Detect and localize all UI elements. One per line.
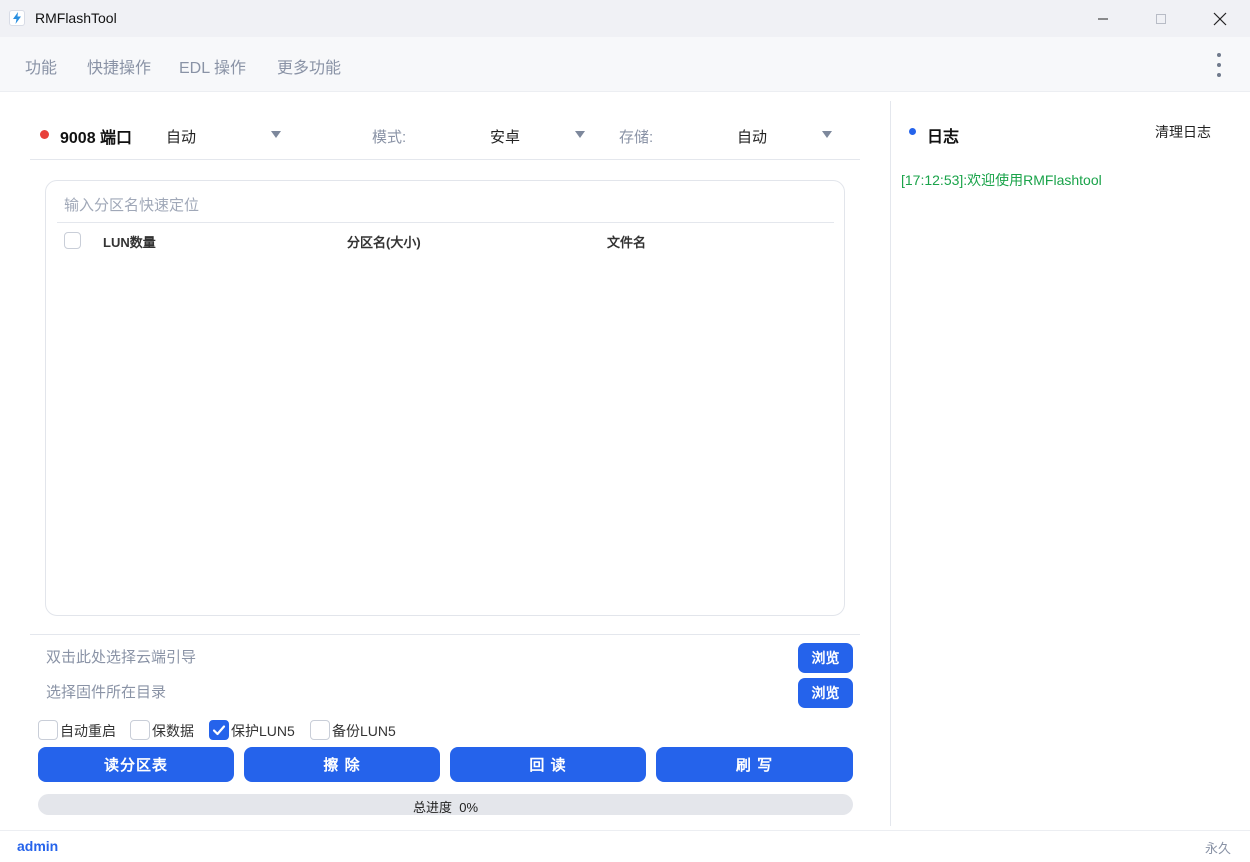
column-header-lun-count[interactable]: LUN数量	[103, 232, 156, 251]
port-select-value: 自动	[166, 129, 197, 146]
port-label: 9008 端口	[60, 130, 133, 147]
divider	[30, 159, 860, 160]
menu-item-quick-actions[interactable]: 快捷操作	[87, 54, 151, 78]
column-header-partition-name[interactable]: 分区名(大小)	[347, 232, 421, 251]
divider	[57, 222, 834, 223]
mode-select-value: 安卓	[490, 129, 521, 146]
chevron-down-icon	[822, 131, 832, 138]
auto-reboot-label: 自动重启	[60, 723, 116, 739]
current-user[interactable]: admin	[17, 838, 58, 854]
minimize-button[interactable]	[1074, 0, 1132, 37]
readback-button[interactable]: 回 读	[450, 747, 646, 782]
clear-log-button[interactable]: 清理日志	[1155, 122, 1211, 142]
mode-label: 模式:	[372, 129, 407, 146]
menu-bar: 功能 快捷操作 EDL 操作 更多功能	[0, 37, 1250, 92]
column-header-file-name[interactable]: 文件名	[607, 232, 646, 251]
progress-label: 总进度	[412, 800, 452, 815]
progress-value: 0%	[459, 800, 479, 815]
partition-table-panel	[45, 180, 845, 616]
chevron-down-icon	[575, 131, 585, 138]
close-icon	[1213, 12, 1227, 25]
partition-search-input[interactable]	[64, 191, 834, 219]
mode-select[interactable]: 安卓	[490, 120, 590, 148]
total-progress-bar: 总进度 0%	[38, 794, 853, 815]
browse-firmware-button[interactable]: 浏览	[798, 678, 853, 708]
maximize-icon	[1156, 13, 1166, 24]
port-select[interactable]: 自动	[166, 120, 286, 148]
port-status-indicator	[40, 130, 49, 139]
protect-lun5-checkbox[interactable]	[209, 720, 229, 740]
minimize-icon	[1098, 18, 1108, 19]
close-button[interactable]	[1191, 0, 1249, 37]
keep-data-label: 保数据	[152, 723, 194, 739]
menu-item-edl[interactable]: EDL 操作	[179, 54, 246, 78]
progress-text: 总进度 0%	[38, 797, 853, 815]
cloud-loader-field[interactable]	[46, 645, 786, 669]
storage-select-value: 自动	[737, 129, 768, 146]
select-all-checkbox[interactable]	[64, 232, 81, 249]
read-partition-table-button[interactable]: 读分区表	[38, 747, 234, 782]
divider	[30, 634, 860, 635]
menu-item-functions[interactable]: 功能	[25, 54, 57, 78]
chevron-down-icon	[271, 131, 281, 138]
lightning-icon	[13, 12, 21, 24]
menu-item-more[interactable]: 更多功能	[277, 54, 341, 78]
backup-lun5-checkbox[interactable]	[310, 720, 330, 740]
window-title: RMFlashTool	[35, 10, 117, 26]
protect-lun5-label: 保护LUN5	[231, 723, 295, 739]
pane-divider[interactable]	[890, 101, 891, 826]
auto-reboot-checkbox[interactable]	[38, 720, 58, 740]
more-options-icon[interactable]	[1210, 53, 1228, 77]
browse-cloud-button[interactable]: 浏览	[798, 643, 853, 673]
status-bar: admin 永久	[0, 830, 1250, 862]
erase-button[interactable]: 擦 除	[244, 747, 440, 782]
storage-select[interactable]: 自动	[737, 120, 837, 148]
firmware-dir-field[interactable]	[46, 680, 786, 704]
maximize-button[interactable]	[1132, 0, 1190, 37]
backup-lun5-label: 备份LUN5	[332, 723, 396, 739]
keep-data-checkbox[interactable]	[130, 720, 150, 740]
license-status: 永久	[1205, 841, 1232, 856]
flash-button[interactable]: 刷 写	[656, 747, 853, 782]
log-indicator	[909, 128, 916, 135]
log-title: 日志	[927, 129, 960, 146]
log-entry: [17:12:53]:欢迎使用RMFlashtool	[901, 172, 1102, 188]
title-bar: RMFlashTool	[0, 0, 1250, 37]
storage-label: 存储:	[619, 129, 654, 146]
app-logo-icon	[9, 10, 25, 26]
checkmark-icon	[212, 725, 226, 736]
